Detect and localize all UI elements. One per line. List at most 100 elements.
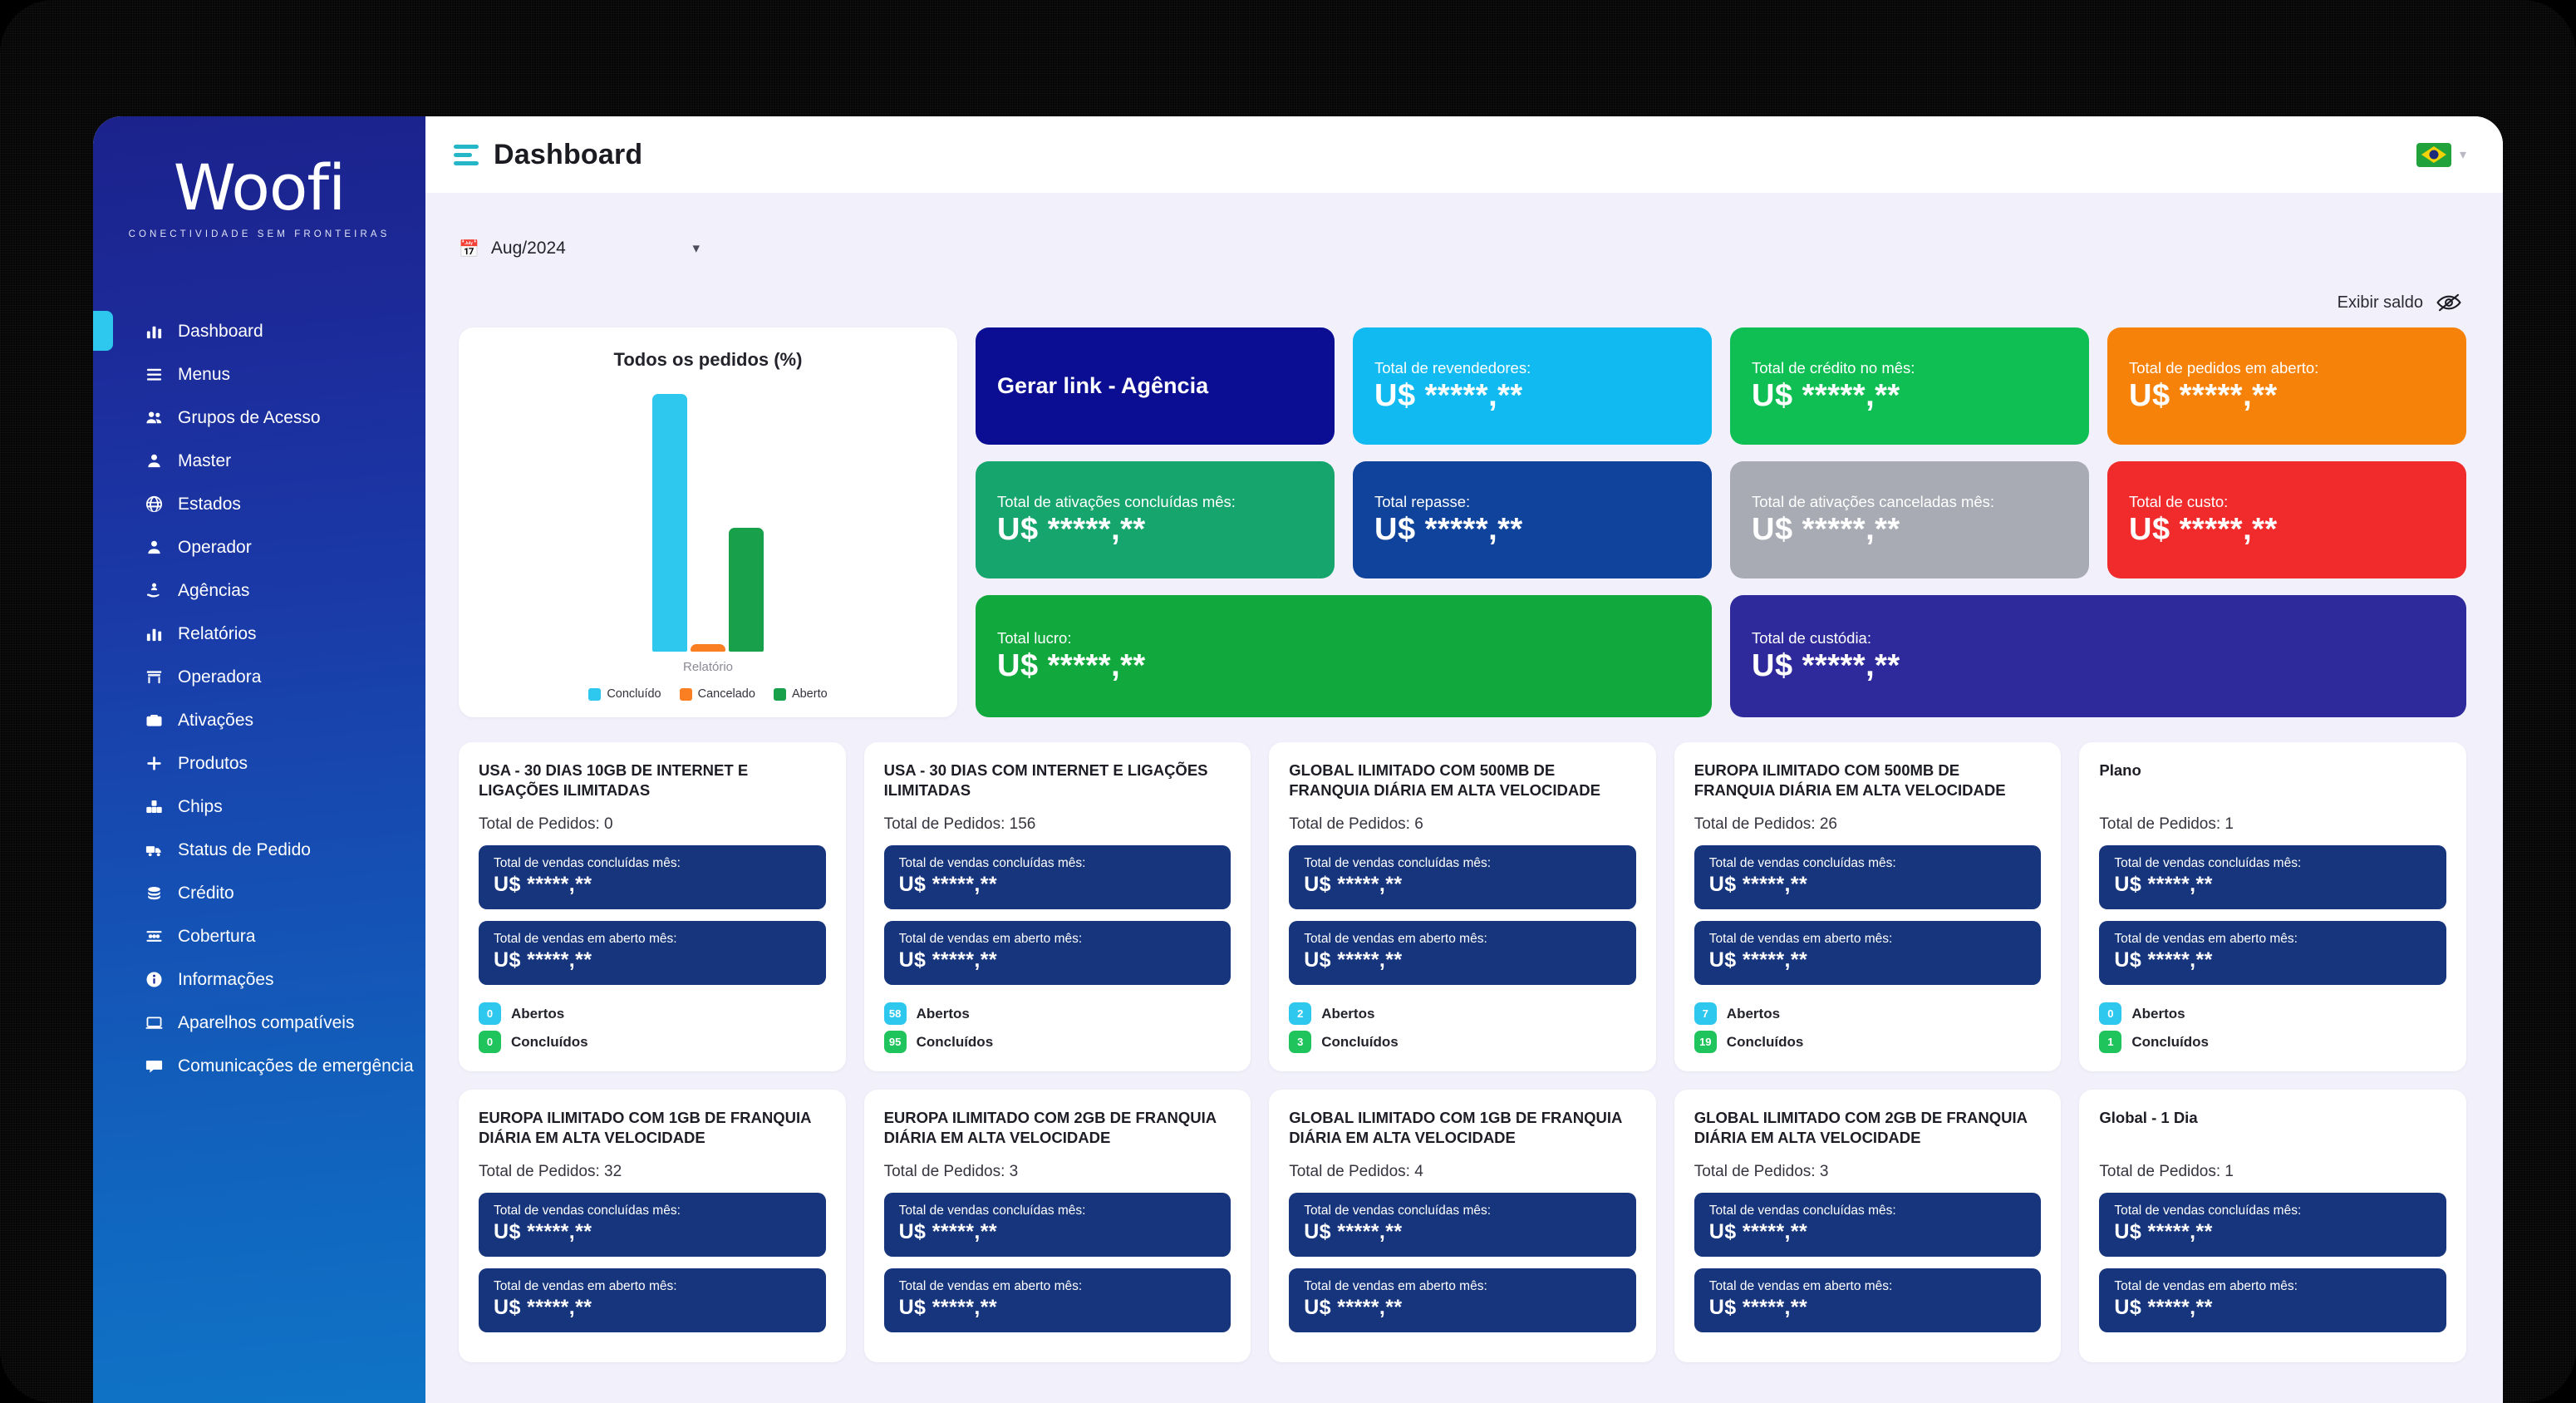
chart-legend: Concluído Cancelado Aberto (588, 687, 828, 701)
hand-user-icon (141, 581, 166, 599)
product-sales-done-box: Total de vendas concluídas mês: U$ *****,… (479, 1193, 826, 1258)
sidebar-item-comunica-es-de-emerg-ncia[interactable]: Comunicações de emergência (93, 1044, 425, 1087)
product-sales-open-box: Total de vendas em aberto mês: U$ *****,*… (1289, 1268, 1636, 1333)
chevron-down-icon[interactable]: ▾ (692, 240, 700, 257)
product-card[interactable]: EUROPA ILIMITADO COM 2GB DE FRANQUIA DIÁ… (863, 1090, 1251, 1363)
sidebar-item-dashboard[interactable]: Dashboard (93, 309, 425, 352)
legend-item[interactable]: Concluído (588, 687, 661, 701)
topbar-right: ▾ (2416, 142, 2466, 167)
legend-swatch (679, 687, 692, 701)
product-done-label: Concluídos (1726, 1033, 1804, 1050)
product-sales-done-value: U$ *****,** (1708, 1220, 1808, 1244)
sidebar-item-chips[interactable]: Chips (93, 785, 425, 828)
product-sales-done-label: Total de vendas concluídas mês: (1304, 856, 1492, 870)
legend-item[interactable]: Aberto (773, 687, 828, 701)
product-done-label: Concluídos (511, 1033, 588, 1050)
product-card[interactable]: GLOBAL ILIMITADO COM 2GB DE FRANQUIA DIÁ… (1674, 1090, 2062, 1363)
sidebar-item-ativa-es[interactable]: Ativações (93, 698, 425, 741)
product-open-row: 0 Abertos (479, 1002, 826, 1026)
product-card[interactable]: GLOBAL ILIMITADO COM 500MB DE FRANQUIA D… (1269, 742, 1656, 1072)
product-card[interactable]: USA - 30 DIAS COM INTERNET E LIGAÇÕES IL… (863, 742, 1251, 1072)
product-title: USA - 30 DIAS 10GB DE INTERNET E LIGAÇÕE… (479, 761, 749, 799)
product-sales-done-label: Total de vendas concluídas mês: (494, 1204, 681, 1218)
sidebar-item-label: Crédito (178, 883, 234, 903)
sidebar-item-ag-ncias[interactable]: Agências (93, 569, 425, 612)
globe-icon (141, 495, 166, 513)
product-done-row: 0 Concluídos (479, 1031, 826, 1054)
product-sales-open-box: Total de vendas em aberto mês: U$ *****,*… (1694, 921, 2042, 986)
action-card-gerar-link-ag-ncia[interactable]: Gerar link - Agência (976, 327, 1335, 445)
product-sales-open-value: U$ *****,** (494, 948, 592, 972)
sidebar-item-operadora[interactable]: Operadora (93, 655, 425, 698)
legend-swatch (588, 687, 602, 701)
sidebar-item-cobertura[interactable]: Cobertura (93, 914, 425, 957)
sidebar-item-master[interactable]: Master (93, 439, 425, 482)
chart-xaxis-label: Relatório (682, 660, 734, 674)
product-sales-done-value: U$ *****,** (1304, 1220, 1403, 1244)
product-card[interactable]: Plano Total de Pedidos: 1 Total de vendas … (2079, 742, 2466, 1072)
period-select[interactable]: 📅 Aug/2024 ▾ (459, 230, 700, 267)
product-sales-done-value: U$ *****,** (898, 873, 997, 897)
legend-item[interactable]: Cancelado (679, 687, 755, 701)
sidebar-item-aparelhos-compat-veis[interactable]: Aparelhos compatíveis (93, 1001, 425, 1044)
sidebar-item-informa-es[interactable]: Informações (93, 957, 425, 1001)
product-sales-open-value: U$ *****,** (898, 948, 997, 972)
dashboard-content: 📅 Aug/2024 ▾ Exibir saldo Todos os pedid… (425, 193, 2503, 1403)
sidebar-item-status-de-pedido[interactable]: Status de Pedido (93, 828, 425, 871)
sidebar-nav: Dashboard Menus Grupos de Acesso Master Esta… (93, 309, 425, 1087)
product-total-orders: Total de Pedidos: 156 (883, 815, 1036, 833)
product-sales-open-box: Total de vendas em aberto mês: U$ *****,*… (883, 921, 1231, 986)
sidebar-item-relat-rios[interactable]: Relatórios (93, 612, 425, 655)
product-card[interactable]: GLOBAL ILIMITADO COM 1GB DE FRANQUIA DIÁ… (1269, 1090, 1656, 1363)
stat-card-total-de-cust-dia: Total de custódia: U$ *****,** (1730, 595, 2466, 717)
product-done-count-badge: 3 (1289, 1031, 1312, 1054)
product-open-row: 0 Abertos (2099, 1002, 2446, 1026)
sidebar-item-label: Informações (178, 969, 274, 989)
product-sales-done-value: U$ *****,** (494, 873, 592, 897)
user-icon (141, 538, 166, 556)
product-sales-done-value: U$ *****,** (1708, 873, 1808, 897)
product-card[interactable]: USA - 30 DIAS 10GB DE INTERNET E LIGAÇÕE… (459, 742, 846, 1072)
product-sales-open-label: Total de vendas em aberto mês: (2114, 932, 2298, 947)
product-sales-done-box: Total de vendas concluídas mês: U$ *****,… (2099, 845, 2446, 910)
product-sales-done-box: Total de vendas concluídas mês: U$ *****,… (479, 845, 826, 910)
chart-bar-aberto (729, 528, 764, 652)
chart-bar-icon (141, 624, 166, 642)
plus-icon (141, 754, 166, 772)
chart-title: Todos os pedidos (%) (613, 349, 803, 370)
product-done-label: Concluídos (2131, 1033, 2209, 1050)
sidebar-item-produtos[interactable]: Produtos (93, 741, 425, 785)
chevron-down-icon[interactable]: ▾ (2460, 146, 2466, 163)
stat-value: U$ *****,** (1752, 648, 1900, 684)
product-sales-open-box: Total de vendas em aberto mês: U$ *****,*… (2099, 921, 2446, 986)
product-done-row: 95 Concluídos (883, 1031, 1231, 1054)
product-card[interactable]: EUROPA ILIMITADO COM 500MB DE FRANQUIA D… (1674, 742, 2062, 1072)
sidebar-item-cr-dito[interactable]: Crédito (93, 871, 425, 914)
sidebar-item-label: Cobertura (178, 926, 256, 946)
stat-label: Total de ativações canceladas mês: (1752, 492, 1995, 510)
product-open-count-badge: 7 (1694, 1002, 1717, 1026)
sidebar-item-operador[interactable]: Operador (93, 525, 425, 569)
product-card[interactable]: Global - 1 Dia Total de Pedidos: 1 Total d… (2079, 1090, 2466, 1363)
filters-row: 📅 Aug/2024 ▾ (459, 223, 2466, 274)
product-done-row: 19 Concluídos (1694, 1031, 2042, 1054)
eye-off-icon[interactable] (2436, 293, 2461, 312)
sidebar-item-estados[interactable]: Estados (93, 482, 425, 525)
product-sales-done-value: U$ *****,** (2114, 873, 2213, 897)
product-sales-done-label: Total de vendas concluídas mês: (1708, 856, 1896, 870)
sidebar-item-grupos-de-acesso[interactable]: Grupos de Acesso (93, 396, 425, 439)
hamburger-icon[interactable] (454, 144, 479, 165)
list-icon (141, 365, 166, 383)
product-sales-done-label: Total de vendas concluídas mês: (1708, 1204, 1896, 1218)
product-sales-open-box: Total de vendas em aberto mês: U$ *****,*… (479, 1268, 826, 1333)
product-sales-open-label: Total de vendas em aberto mês: (1304, 932, 1487, 947)
product-card[interactable]: EUROPA ILIMITADO COM 1GB DE FRANQUIA DIÁ… (459, 1090, 846, 1363)
sidebar-item-label: Chips (178, 796, 223, 816)
product-sales-done-box: Total de vendas concluídas mês: U$ *****,… (1694, 1193, 2042, 1258)
stat-value: U$ *****,** (1752, 378, 1900, 414)
brazil-flag-icon[interactable] (2416, 142, 2451, 167)
stat-value: U$ *****,** (1374, 512, 1523, 548)
stat-card-total-repasse: Total repasse: U$ *****,** (1353, 461, 1712, 578)
product-sales-open-label: Total de vendas em aberto mês: (494, 1279, 677, 1294)
sidebar-item-menus[interactable]: Menus (93, 352, 425, 396)
